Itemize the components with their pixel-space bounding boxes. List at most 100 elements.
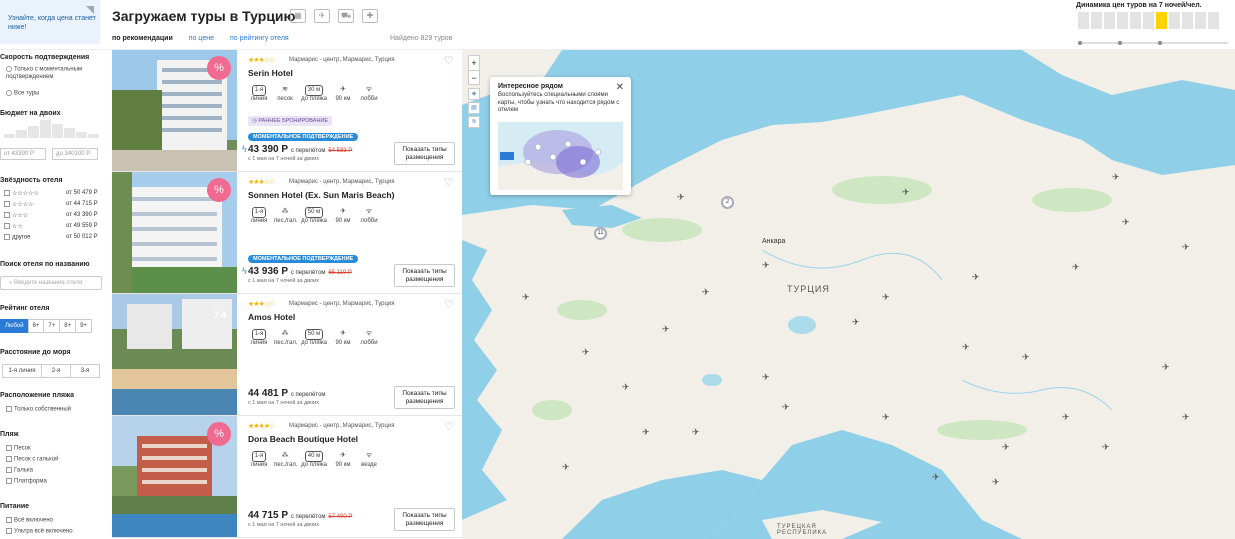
beach-label: пес./гал. [274, 462, 298, 468]
budget-from-input[interactable]: от 43390 Р [0, 148, 46, 160]
hotel-cluster-marker[interactable]: 11 [594, 227, 607, 240]
dynamics-bar-selected[interactable] [1156, 12, 1167, 29]
speed-only-option[interactable]: Только с моментальным подтверждением [6, 66, 98, 81]
price-notify-banner[interactable]: Узнайте, когда цена станет ниже! [0, 0, 100, 44]
hotel-location[interactable]: Мармарис - центр, Мармарис, Турция [289, 57, 395, 63]
zoom-out-button[interactable]: − [469, 70, 479, 84]
budget-to-value: 340100 Р [64, 151, 91, 157]
rating-any[interactable]: Любой [0, 319, 29, 333]
hotel-photo[interactable]: % [112, 416, 237, 537]
show-rooms-button[interactable]: Показать типы размещения [394, 264, 455, 287]
show-rooms-button[interactable]: Показать типы размещения [394, 142, 455, 165]
zoom-in-button[interactable]: + [469, 56, 479, 70]
favorite-heart-icon[interactable]: ♡ [444, 298, 454, 311]
rating-8[interactable]: 8+ [59, 319, 77, 333]
scroll-dot [1078, 41, 1082, 45]
dynamics-bar[interactable] [1117, 12, 1128, 29]
sea-distance-selector: 1-я линия 2-я 3-я [2, 364, 100, 378]
rating-selector: Любой 6+ 7+ 8+ 9+ [0, 319, 92, 333]
beach-type-label: Платформа [14, 478, 47, 485]
speed-all-option[interactable]: Все туры [6, 90, 39, 97]
budget-to-input[interactable]: до 340100 Р [52, 148, 98, 160]
dynamics-bar[interactable] [1104, 12, 1115, 29]
layers-icon[interactable]: ◈ [468, 88, 480, 100]
hotel-photo[interactable]: % [112, 172, 237, 293]
hotel-card[interactable]: 7.4 ★★★☆☆ Мармарис - центр, Мармарис, Ту… [112, 294, 462, 416]
hotel-name[interactable]: Amos Hotel [248, 312, 295, 322]
svg-text:✈: ✈ [1102, 442, 1110, 452]
rating-title: Рейтинг отеля [0, 305, 50, 312]
hotel-cluster-marker[interactable]: 2 [721, 196, 734, 209]
popup-map-thumbnail[interactable] [498, 122, 623, 190]
stars-label: другое [12, 234, 31, 241]
dynamics-bar[interactable] [1182, 12, 1193, 29]
dynamics-bar[interactable] [1208, 12, 1219, 29]
hotel-photo[interactable]: % [112, 50, 237, 171]
show-rooms-button[interactable]: Показать типы размещения [394, 508, 455, 531]
airport-icon: ✈ [340, 208, 346, 215]
poi-icon[interactable]: ▤ [468, 102, 480, 114]
hotel-location[interactable]: Мармарис - центр, Мармарис, Турция [289, 301, 395, 307]
flight-icon: ✈ [314, 9, 330, 23]
sort-by-rating[interactable]: по рейтингу отеля [230, 35, 289, 42]
svg-text:✈: ✈ [932, 472, 940, 482]
sea-distance-title: Расстояние до моря [0, 349, 71, 356]
stars-option[interactable]: другое от 50 012 Р [4, 234, 100, 241]
favorite-heart-icon[interactable]: ♡ [444, 54, 454, 67]
show-rooms-button[interactable]: Показать типы размещения [394, 386, 455, 409]
sort-by-recommend[interactable]: по рекомендации [112, 35, 173, 42]
dynamics-bar[interactable] [1195, 12, 1206, 29]
search-icon: ⌕ [9, 280, 13, 286]
dynamics-bar[interactable] [1130, 12, 1141, 29]
dynamics-bar[interactable] [1091, 12, 1102, 29]
sea-line-1[interactable]: 1-я линия [2, 364, 42, 378]
sea-line-2[interactable]: 2-я [41, 364, 71, 378]
stars-option[interactable]: ☆☆ от 49 559 Р [4, 223, 100, 230]
sea-line-3[interactable]: 3-я [70, 364, 100, 378]
hotel-name[interactable]: Dora Beach Boutique Hotel [248, 434, 358, 444]
dynamics-bar[interactable] [1169, 12, 1180, 29]
beach-layer-icon[interactable]: ≋ [468, 116, 480, 128]
favorite-heart-icon[interactable]: ♡ [444, 420, 454, 433]
dynamics-bar[interactable] [1143, 12, 1154, 29]
dynamics-scrollbar[interactable] [1078, 41, 1228, 45]
beach-type-option[interactable]: Песок с галькой [6, 456, 58, 463]
banner-corner-icon [86, 6, 94, 14]
distance-badge: 30 м [304, 85, 324, 96]
svg-text:✈: ✈ [1182, 242, 1190, 252]
sort-by-price[interactable]: по цене [189, 35, 214, 42]
favorite-heart-icon[interactable]: ♡ [444, 176, 454, 189]
city-ankara-label[interactable]: Анкара [762, 238, 785, 245]
beach-own-option[interactable]: Только собственный [6, 406, 71, 413]
hotel-card[interactable]: % ★★★☆☆ Мармарис - центр, Мармарис, Турц… [112, 172, 462, 294]
food-option[interactable]: Всё включено [6, 517, 53, 524]
hotel-name[interactable]: Serin Hotel [248, 68, 293, 78]
hotel-name[interactable]: Sonnen Hotel (Ex. Sun Maris Beach) [248, 190, 394, 200]
stars-option[interactable]: ☆☆☆☆ от 44 715 Р [4, 201, 100, 208]
hotel-card[interactable]: % ★★★☆☆ Мармарис - центр, Мармарис, Турц… [112, 50, 462, 172]
stars-option[interactable]: ☆☆☆☆☆ от 50 479 Р [4, 190, 100, 197]
hotel-location[interactable]: Мармарис - центр, Мармарис, Турция [289, 423, 395, 429]
country-turkey-label: ТУРЦИЯ [787, 284, 830, 294]
rating-9[interactable]: 9+ [75, 319, 92, 333]
rating-7[interactable]: 7+ [43, 319, 61, 333]
svg-text:✈: ✈ [1022, 352, 1030, 362]
hotel-search-input[interactable]: ⌕ Введите название отеля [0, 276, 102, 290]
food-option[interactable]: Ультра всё включено [6, 528, 73, 535]
airport-distance: 90 км [335, 340, 351, 346]
beach-type-option[interactable]: Галька [6, 467, 33, 474]
svg-text:✈: ✈ [902, 187, 910, 197]
close-icon[interactable]: ✕ [616, 82, 624, 93]
stars-price: от 43 390 Р [66, 212, 98, 218]
hotel-card[interactable]: % ★★★★☆ Мармарис - центр, Мармарис, Турц… [112, 416, 462, 538]
beach-type-option[interactable]: Песок [6, 445, 31, 452]
distance-label: до пляжа [301, 218, 327, 224]
hotel-photo[interactable]: 7.4 [112, 294, 237, 415]
beach-pebble-icon: ⁂ [281, 208, 289, 215]
beach-type-option[interactable]: Платформа [6, 478, 47, 485]
hotel-location[interactable]: Мармарис - центр, Мармарис, Турция [289, 179, 395, 185]
price-block: 44 481 Р с перелётом [248, 388, 326, 399]
dynamics-bar[interactable] [1078, 12, 1089, 29]
stars-option[interactable]: ☆☆☆ от 43 390 Р [4, 212, 100, 219]
rating-6[interactable]: 6+ [27, 319, 45, 333]
